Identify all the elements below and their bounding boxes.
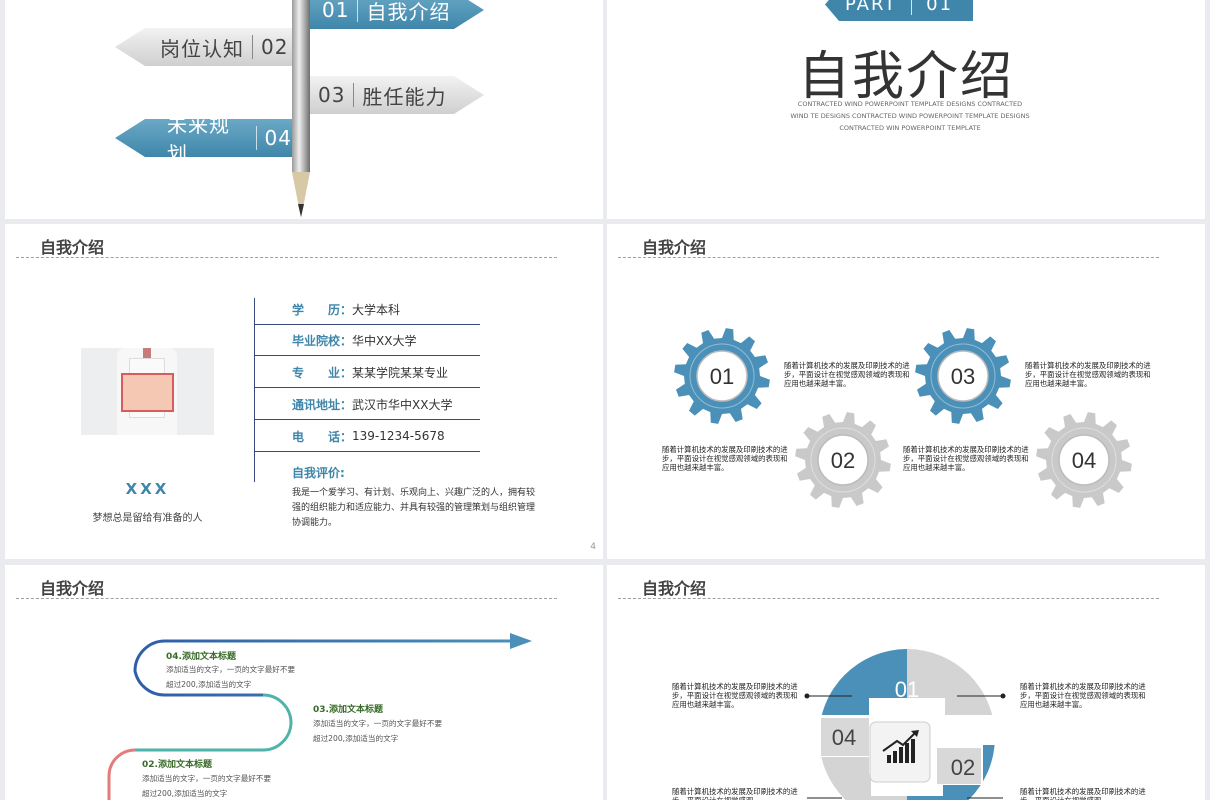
title-divider (16, 257, 557, 258)
gear-04: 04 (1036, 412, 1132, 508)
self-eval-label: 自我评价: (292, 466, 345, 480)
info-value: 139-1234-5678 (352, 429, 445, 443)
step-title-03: 03.添加文本标题 (313, 705, 383, 715)
profile-photo (81, 348, 214, 435)
step-desc-line: 添加适当的文字，一页的文字最好不要 (313, 719, 443, 728)
info-key: 学 历： (292, 302, 353, 317)
step-title-02: 02.添加文本标题 (142, 760, 212, 770)
part-number: 01 (926, 0, 954, 15)
page-number: 4 (590, 542, 596, 552)
gear-number: 02 (831, 448, 855, 473)
slide-part-cover[interactable]: PART 01 自我介绍 CONTRACTED WIND POWERPOINT … (607, 0, 1205, 219)
slide-profile[interactable]: 自我介绍 XXX 梦想总是留给有准备的人 学 历： 大学本科 毕业院校： 华中XX大… (5, 224, 603, 559)
slide-title: 自我介绍 (40, 238, 105, 257)
gear-number: 01 (710, 364, 734, 389)
info-key: 通讯地址： (292, 397, 353, 412)
circle-text-top-right: 随着计算机技术的发展及印刷技术的进步，平面设计在视觉感观领域的表现和应用也越来越… (1020, 682, 1146, 709)
slide-timeline[interactable]: 自我介绍 04.添加文本标题 添加适当的文字，一页的文字最好不要 超过200,添… (5, 565, 603, 800)
info-row-education: 学 历： 大学本科 (254, 294, 480, 325)
gear-number: 03 (951, 364, 975, 389)
info-row-school: 毕业院校： 华中XX大学 (254, 325, 480, 356)
step-desc-03: 添加适当的文字，一页的文字最好不要 超过200,添加适当的文字 (313, 716, 442, 746)
step-desc-line: 添加适当的文字，一页的文字最好不要 (142, 774, 272, 783)
info-row-phone: 电 话： 139-1234-5678 (254, 421, 480, 452)
sign-02[interactable]: 岗位认知 02 (115, 28, 292, 66)
info-key: 专 业： (292, 365, 353, 380)
profile-motto: 梦想总是留给有准备的人 (92, 513, 203, 524)
step-desc-line: 超过200,添加适当的文字 (142, 789, 228, 798)
sign-separator (252, 35, 253, 59)
segment-number: 04 (832, 725, 856, 750)
sign-separator (353, 83, 354, 107)
info-key: 电 话： (292, 429, 353, 444)
sign-num: 03 (318, 83, 346, 107)
step-desc-line: 超过200,添加适当的文字 (313, 734, 399, 743)
sign-num: 01 (322, 0, 350, 22)
sign-num: 04 (264, 126, 292, 150)
profile-name: XXX (125, 480, 170, 498)
part-tag: PART 01 (825, 0, 973, 21)
circle-text-bottom-left: 随着计算机技术的发展及印刷技术的进步，平面设计在视觉感观 (672, 787, 798, 800)
gear-03: 03 (915, 328, 1011, 424)
timeline-path (107, 633, 532, 800)
sign-label: 未来规划 (167, 113, 230, 166)
sign-03[interactable]: 03 胜任能力 (310, 76, 484, 114)
sign-separator (255, 126, 257, 150)
title-divider (618, 257, 1159, 258)
gear-text-01: 随着计算机技术的发展及印刷技术的进步，平面设计在视觉感观领域的表现和应用也越来越… (784, 361, 910, 388)
segment-number: 01 (895, 677, 919, 702)
info-key: 毕业院校： (292, 333, 353, 348)
step-title-04: 04.添加文本标题 (166, 652, 236, 662)
segment-number: 02 (951, 755, 975, 780)
part-label: PART (844, 0, 898, 15)
slide-gears[interactable]: 自我介绍 01 随着计算机技术的发展及印刷技术的进步，平面设计在视觉感观领域的表… (607, 224, 1205, 559)
gear-text-03: 随着计算机技术的发展及印刷技术的进步，平面设计在视觉感观领域的表现和应用也越来越… (1025, 361, 1151, 388)
gear-text-04: 随着计算机技术的发展及印刷技术的进步，平面设计在视觉感观领域的表现和应用也越来越… (903, 445, 1029, 472)
sign-num: 02 (261, 35, 289, 59)
self-eval-text: 我是一个爱学习、有计划、乐观向上、兴趣广泛的人，拥有较强的组织能力和适应能力、并… (292, 488, 536, 528)
sign-label: 胜任能力 (362, 84, 447, 109)
circle-text-top-left: 随着计算机技术的发展及印刷技术的进步，平面设计在视觉感观领域的表现和应用也越来越… (672, 682, 798, 709)
sign-separator (357, 0, 358, 22)
slide-toc[interactable]: 01 自我介绍 岗位认知 02 03 胜任能力 未来规划 04 (5, 0, 603, 219)
gear-02: 02 (795, 412, 891, 508)
step-desc-line: 超过200,添加适当的文字 (166, 680, 252, 689)
pencil-icon (292, 0, 310, 172)
info-value: 大学本科 (352, 302, 401, 317)
slide-title: 自我介绍 (642, 238, 707, 257)
sign-label: 自我介绍 (366, 0, 451, 24)
sign-04[interactable]: 未来规划 04 (115, 119, 292, 157)
info-row-address: 通讯地址： 武汉市华中XX大学 (254, 389, 480, 420)
slide-circle-diagram[interactable]: 自我介绍 01 02 04 随着计算机技术的发展及印刷技术的进步，平面设计在视觉… (607, 565, 1205, 800)
part-subtitle: CONTRACTED WIND POWERPOINT TEMPLATE DESI… (790, 100, 1030, 132)
gear-01: 01 (674, 328, 770, 424)
info-value: 某某学院某某专业 (352, 365, 449, 380)
part-separator (911, 0, 913, 15)
info-value: 武汉市华中XX大学 (352, 397, 453, 412)
step-desc-line: 添加适当的文字，一页的文字最好不要 (166, 665, 296, 674)
info-row-major: 专 业： 某某学院某某专业 (254, 357, 480, 388)
step-desc-04: 添加适当的文字，一页的文字最好不要 超过200,添加适当的文字 (166, 662, 295, 692)
gear-number: 04 (1072, 448, 1096, 473)
gear-text-02: 随着计算机技术的发展及印刷技术的进步，平面设计在视觉感观领域的表现和应用也越来越… (662, 445, 788, 472)
pencil-lead (298, 204, 304, 217)
circle-text-bottom-right: 随着计算机技术的发展及印刷技术的进步，平面设计在视觉感观 (1020, 787, 1146, 800)
info-value: 华中XX大学 (352, 333, 417, 348)
sign-01[interactable]: 01 自我介绍 (310, 0, 484, 29)
arrow-head-icon (510, 633, 532, 649)
step-desc-02: 添加适当的文字，一页的文字最好不要 超过200,添加适当的文字 (142, 771, 271, 800)
sign-label: 岗位认知 (160, 36, 244, 61)
